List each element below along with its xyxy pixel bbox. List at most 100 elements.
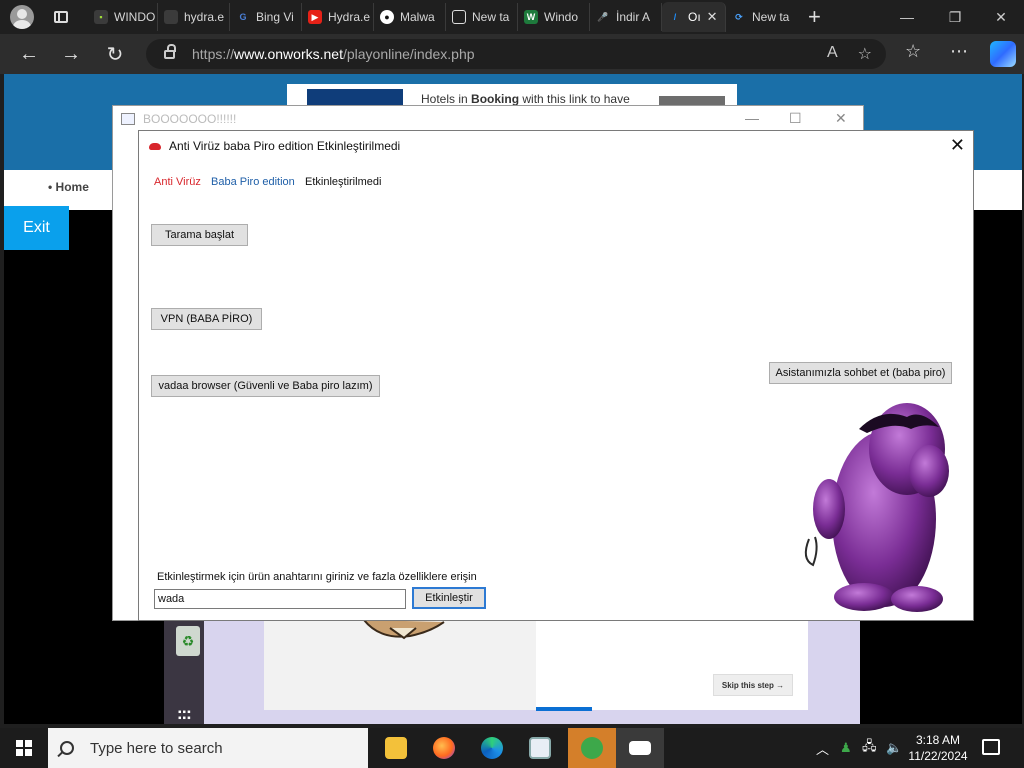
maximize-icon[interactable]: ☐ (789, 110, 802, 127)
close-tab-icon[interactable]: ✕ (707, 9, 718, 25)
activation-prompt: Etkinleştirmek için ürün anahtarını giri… (157, 571, 477, 583)
back-icon[interactable]: ← (14, 40, 44, 68)
notifications-icon[interactable] (982, 739, 1000, 755)
activate-button[interactable]: Etkinleştir (412, 587, 486, 609)
tab-label: Bing Vi (256, 10, 294, 24)
app-window-icon (529, 737, 551, 759)
tab-actions-icon[interactable] (54, 11, 68, 23)
brand-label-blue: Baba Piro edition (211, 176, 295, 188)
tab-favicon-icon (164, 10, 178, 24)
close-icon[interactable]: ✕ (835, 110, 847, 127)
taskbar-search-box[interactable]: Type here to search (48, 728, 368, 768)
cartoon-fragment (363, 619, 445, 640)
more-menu-icon[interactable]: ⋯ (950, 41, 968, 62)
clock-time: 3:18 AM (915, 733, 961, 747)
browser-tab[interactable]: W Windo (518, 3, 590, 31)
antivirus-app[interactable] (616, 728, 664, 768)
browser-tab[interactable]: ▪ WINDO (88, 3, 158, 31)
url-actions: A ☆ (827, 44, 872, 64)
lock-icon[interactable] (164, 43, 176, 59)
youtube-icon: ▶ (308, 10, 322, 24)
onworks-favicon-icon: / (673, 12, 677, 22)
purple-mascot-image (804, 403, 949, 612)
minimize-icon[interactable]: — (884, 0, 930, 34)
new-tab-icon (452, 10, 466, 24)
activation-status-label: Etkinleştirilmedi (305, 176, 382, 188)
edge-app[interactable] (468, 728, 516, 768)
browser-tab-bar: ▪ WINDO hydra.e G Bing Vi ▶ Hydra.e ● Malwa … (0, 0, 1024, 34)
file-explorer-app[interactable] (372, 728, 420, 768)
loading-spinner-icon: ⟳ (735, 11, 743, 22)
folder-icon (385, 737, 407, 759)
tray-people-icon[interactable]: ♟ (840, 728, 852, 768)
browser-tab[interactable]: New ta (446, 3, 518, 31)
product-key-input[interactable] (154, 589, 406, 609)
profile-avatar[interactable] (10, 5, 34, 29)
lips-logo-icon (149, 142, 161, 150)
tab-label: Windo (544, 10, 579, 24)
browser-tab[interactable]: hydra.e (158, 3, 230, 31)
url-path: /playonline/index.php (342, 46, 475, 62)
system-clock[interactable]: 3:18 AM 11/22/2024 (908, 732, 968, 764)
tab-label: Oı (688, 10, 701, 24)
tab-favicon-icon: ▪ (94, 10, 108, 24)
skip-step-button[interactable]: Skip this step → (713, 674, 793, 696)
new-tab-plus-icon[interactable]: + (808, 6, 821, 28)
dialog-title: Anti Virüz baba Piro edition Etkinleştir… (169, 139, 401, 153)
browser-tab-active[interactable]: / Oı ✕ (662, 2, 726, 32)
start-scan-button[interactable]: Tarama başlat (151, 224, 248, 246)
search-favicon-icon: G (239, 12, 247, 22)
tab-label: New ta (752, 10, 790, 24)
home-link[interactable]: • Home (48, 180, 89, 194)
windows-taskbar: Type here to search ︿ ♟ 🖧 🔈 3:18 AM 11/2… (0, 728, 1024, 768)
browser-tab[interactable]: 🎤 İndir A (590, 3, 662, 31)
tab-label: hydra.e (184, 10, 225, 24)
exit-button[interactable]: Exit (4, 206, 69, 250)
recycle-bin-icon[interactable]: ♻ (176, 626, 200, 656)
refresh-icon[interactable]: ↻ (100, 40, 130, 68)
network-icon[interactable]: 🖧 (862, 728, 877, 768)
forward-icon[interactable]: → (56, 40, 86, 68)
people-app[interactable] (568, 728, 616, 768)
vpn-button[interactable]: VPN (BABA PİRO) (151, 308, 262, 330)
search-icon (60, 741, 74, 755)
tray-chevron-icon[interactable]: ︿ (816, 728, 829, 768)
url-field[interactable]: https://www.onworks.net/playonline/index… (146, 39, 886, 69)
firefox-app[interactable] (420, 728, 468, 768)
favorite-star-icon[interactable]: ☆ (858, 44, 872, 64)
browser-tab[interactable]: ▶ Hydra.e (302, 3, 374, 31)
url-scheme-host: https://www.onworks.net (192, 46, 343, 62)
ad-text: Hotels in Booking with this link to have (421, 92, 630, 106)
close-icon[interactable]: ✕ (950, 135, 965, 156)
volume-icon[interactable]: 🔈 (886, 728, 902, 768)
secure-browser-button[interactable]: vadaa browser (Güvenli ve Baba piro lazı… (151, 375, 380, 397)
url-text[interactable]: https://www.onworks.net/playonline/index… (192, 46, 475, 62)
copilot-icon[interactable] (990, 41, 1016, 67)
firefox-icon (433, 737, 455, 759)
lips-app-icon (629, 741, 651, 755)
edge-icon (481, 737, 503, 759)
close-window-icon[interactable]: ✕ (978, 0, 1024, 34)
tab-label: WINDO (114, 10, 156, 24)
tab-label: Hydra.e (328, 10, 371, 24)
outer-window-title: BOOOOOOO!!!!!! (143, 112, 237, 126)
apps-grid-icon[interactable]: ▪▪▪ ▪▪▪ (178, 708, 192, 724)
vm-card-right: Skip this step → (536, 618, 808, 710)
restore-icon[interactable]: ❐ (932, 0, 978, 34)
browser-tab[interactable]: ⟳ New ta (726, 3, 798, 31)
read-aloud-icon[interactable]: A (827, 44, 838, 64)
favorites-list-icon[interactable]: ☆ (905, 41, 921, 62)
search-placeholder: Type here to search (90, 739, 223, 757)
minimize-icon[interactable]: — (745, 110, 759, 126)
outer-window-titlebar[interactable]: BOOOOOOO!!!!!! — ☐ ✕ (113, 106, 863, 132)
progress-indicator (536, 707, 592, 711)
tab-label: İndir A (616, 10, 651, 24)
tab-label: New ta (472, 10, 510, 24)
start-button[interactable] (0, 728, 48, 768)
window-app[interactable] (516, 728, 564, 768)
app-window-icon (121, 113, 135, 125)
browser-tab[interactable]: ● Malwa (374, 3, 446, 31)
dialog-titlebar[interactable]: Anti Virüz baba Piro edition Etkinleştir… (139, 131, 973, 161)
chat-assistant-button[interactable]: Asistanımızla sohbet et (baba piro) (769, 362, 952, 384)
browser-tab[interactable]: G Bing Vi (230, 3, 302, 31)
